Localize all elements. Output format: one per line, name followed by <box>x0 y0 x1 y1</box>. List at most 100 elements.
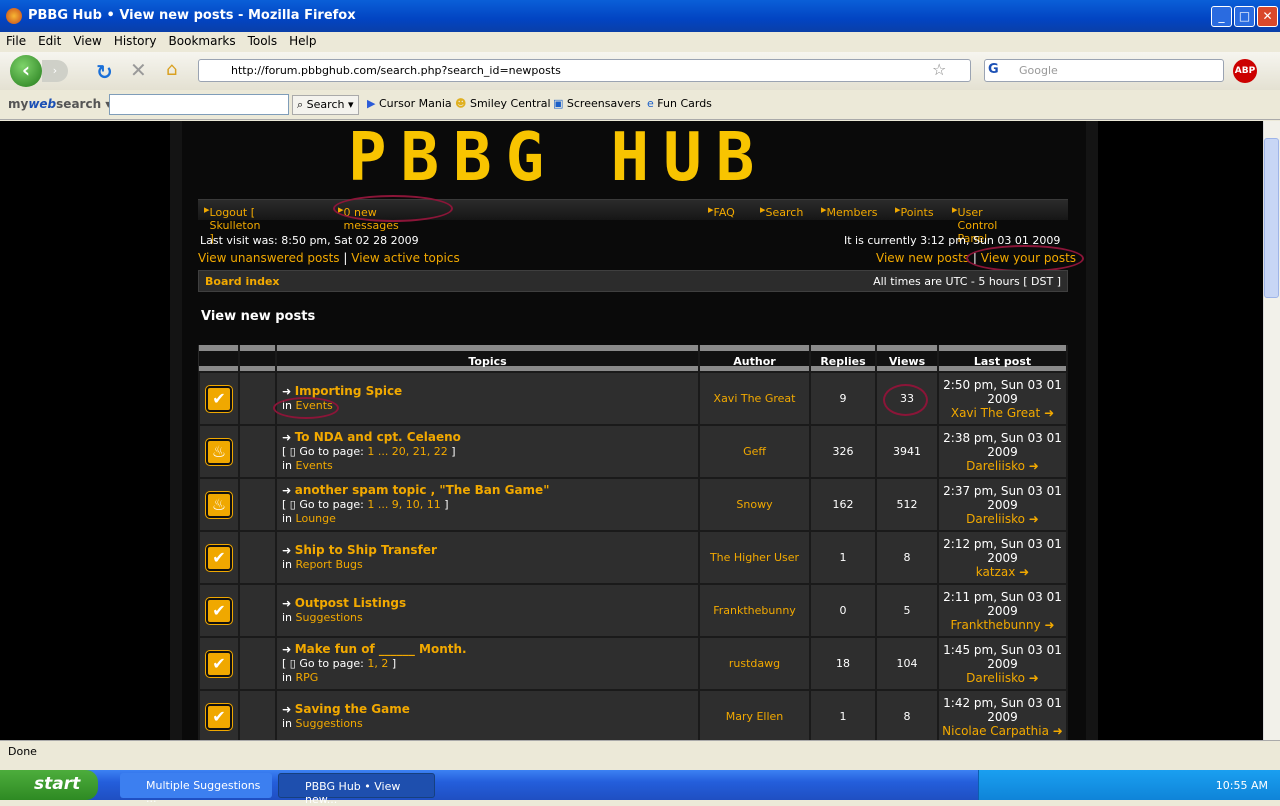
newest-post-icon[interactable]: ➜ <box>282 431 291 444</box>
clock: 10:55 AM <box>1215 779 1268 792</box>
task-multiple-suggestions[interactable]: Multiple Suggestions ... <box>120 773 272 805</box>
members-link[interactable]: ▸ Members <box>821 203 878 219</box>
google-search-input[interactable]: Google <box>984 59 1224 82</box>
close-button[interactable]: ✕ <box>1257 6 1278 27</box>
topic-title-link[interactable]: Ship to Ship Transfer <box>295 543 437 557</box>
pagination: [ ▯ Go to page: 1, 2 ] <box>282 657 397 670</box>
task-pbbg-hub[interactable]: PBBG Hub • View new... <box>278 773 435 806</box>
views-count: 104 <box>875 636 939 691</box>
page-links[interactable]: 1, 2 <box>367 657 388 670</box>
topic-title-link[interactable]: Make fun of ______ Month. <box>295 642 467 656</box>
topic-status-icon: ✔ <box>206 703 232 730</box>
topic-title-link[interactable]: To NDA and cpt. Celaeno <box>295 430 461 444</box>
last-post-author[interactable]: Dareliisko <box>966 512 1025 526</box>
home-icon[interactable]: ⌂ <box>166 59 177 80</box>
author-link[interactable]: Frankthebunny <box>698 583 811 638</box>
search-link[interactable]: ▸ Search <box>760 203 803 219</box>
reload-icon[interactable]: ↻ <box>96 60 113 84</box>
forum-navbar: ▸ Logout [ Skulleton ] ▸ 0 new messages … <box>198 199 1068 245</box>
link-smiley-central[interactable]: ☻ Smiley Central <box>455 97 551 110</box>
points-link[interactable]: ▸ Points <box>895 203 934 219</box>
forum-link[interactable]: RPG <box>296 671 319 684</box>
annotation-circle <box>333 195 453 222</box>
mywebsearch-button[interactable]: ⌕ Search ▾ <box>292 95 359 115</box>
mywebsearch-input[interactable] <box>109 94 289 115</box>
author-link[interactable]: Mary Ellen <box>698 689 811 744</box>
mywebsearch-logo[interactable]: mywebsearch ▾ <box>8 97 111 111</box>
view-latest-post-icon[interactable]: ➜ <box>1044 618 1054 632</box>
forum-link[interactable]: Report Bugs <box>296 558 363 571</box>
link-cursor-mania[interactable]: ▶ Cursor Mania <box>367 97 452 110</box>
scrollbar-thumb[interactable] <box>1264 138 1279 298</box>
back-button[interactable]: ‹ <box>10 55 42 87</box>
view-latest-post-icon[interactable]: ➜ <box>1019 565 1029 579</box>
menu-file[interactable]: File <box>0 32 32 50</box>
menu-tools[interactable]: Tools <box>242 32 284 50</box>
forward-button[interactable]: › <box>42 60 68 82</box>
table-row: ✔ ➜ Saving the Game in Suggestions Mary E… <box>198 689 1068 744</box>
topic-title-link[interactable]: Outpost Listings <box>295 596 406 610</box>
new-posts-link[interactable]: View new posts <box>876 251 969 265</box>
author-link[interactable]: Geff <box>698 424 811 479</box>
faq-link[interactable]: ▸ FAQ <box>708 203 735 219</box>
newest-post-icon[interactable]: ➜ <box>282 544 291 557</box>
page-links[interactable]: 1 ... 20, 21, 22 <box>367 445 447 458</box>
view-latest-post-icon[interactable]: ➜ <box>1029 459 1039 473</box>
newest-post-icon[interactable]: ➜ <box>282 597 291 610</box>
last-post-author[interactable]: Xavi The Great <box>951 406 1040 420</box>
topic-title-link[interactable]: Saving the Game <box>295 702 410 716</box>
menu-edit[interactable]: Edit <box>32 32 67 50</box>
active-topics-link[interactable]: View active topics <box>351 251 459 265</box>
author-link[interactable]: The Higher User <box>698 530 811 585</box>
site-logo[interactable]: PBBG HUB <box>348 124 920 191</box>
forum-link[interactable]: Suggestions <box>296 717 363 730</box>
newest-post-icon[interactable]: ➜ <box>282 484 291 497</box>
newest-post-icon[interactable]: ➜ <box>282 385 291 398</box>
forum-link[interactable]: Suggestions <box>296 611 363 624</box>
last-post-author[interactable]: Dareliisko <box>966 459 1025 473</box>
google-icon[interactable]: G <box>988 62 999 77</box>
maximize-button[interactable]: □ <box>1234 6 1255 27</box>
unanswered-posts-link[interactable]: View unanswered posts <box>198 251 340 265</box>
view-latest-post-icon[interactable]: ➜ <box>1044 406 1054 420</box>
view-latest-post-icon[interactable]: ➜ <box>1029 512 1039 526</box>
address-bar[interactable]: http://forum.pbbghub.com/search.php?sear… <box>198 59 971 82</box>
header-author: Author <box>699 345 811 372</box>
link-fun-cards[interactable]: e Fun Cards <box>647 97 712 110</box>
minimize-button[interactable]: _ <box>1211 6 1232 27</box>
newest-post-icon[interactable]: ➜ <box>282 643 291 656</box>
topic-title-link[interactable]: Importing Spice <box>295 384 402 398</box>
last-post-author[interactable]: Frankthebunny <box>951 618 1041 632</box>
views-count: 5 <box>875 583 939 638</box>
stop-icon[interactable]: ✕ <box>130 58 147 82</box>
last-post-author[interactable]: Nicolae Carpathia <box>942 724 1049 738</box>
last-post-time: 2:12 pm, Sun 03 01 2009 <box>943 536 1062 565</box>
start-button[interactable]: start <box>0 770 98 800</box>
logout-link[interactable]: ▸ Logout [ Skulleton ] <box>204 203 260 245</box>
last-post-author[interactable]: Dareliisko <box>966 671 1025 685</box>
author-link[interactable]: rustdawg <box>698 636 811 691</box>
menu-view[interactable]: View <box>67 32 107 50</box>
author-link[interactable]: Xavi The Great <box>698 371 811 426</box>
topic-title-link[interactable]: another spam topic , "The Ban Game" <box>295 483 550 497</box>
forum-link[interactable]: Events <box>296 459 333 472</box>
last-visit: Last visit was: 8:50 pm, Sat 02 28 2009 <box>200 234 419 247</box>
replies-count: 0 <box>809 583 877 638</box>
board-index-link[interactable]: Board index <box>205 275 280 288</box>
link-screensavers[interactable]: ▣ Screensavers <box>553 97 641 110</box>
menu-history[interactable]: History <box>108 32 163 50</box>
ucp-link[interactable]: ▸ User Control Panel <box>952 203 997 245</box>
views-count: 512 <box>875 477 939 532</box>
author-link[interactable]: Snowy <box>698 477 811 532</box>
menu-help[interactable]: Help <box>283 32 322 50</box>
page-links[interactable]: 1 ... 9, 10, 11 <box>367 498 440 511</box>
bookmark-star-icon[interactable]: ☆ <box>932 60 946 79</box>
adblock-icon[interactable]: ABP <box>1233 59 1257 83</box>
menu-bookmarks[interactable]: Bookmarks <box>163 32 242 50</box>
last-post-author[interactable]: katzax <box>976 565 1016 579</box>
view-latest-post-icon[interactable]: ➜ <box>1053 724 1063 738</box>
view-latest-post-icon[interactable]: ➜ <box>1029 671 1039 685</box>
newest-post-icon[interactable]: ➜ <box>282 703 291 716</box>
forum-link[interactable]: Lounge <box>296 512 336 525</box>
last-post-time: 2:38 pm, Sun 03 01 2009 <box>943 430 1062 459</box>
